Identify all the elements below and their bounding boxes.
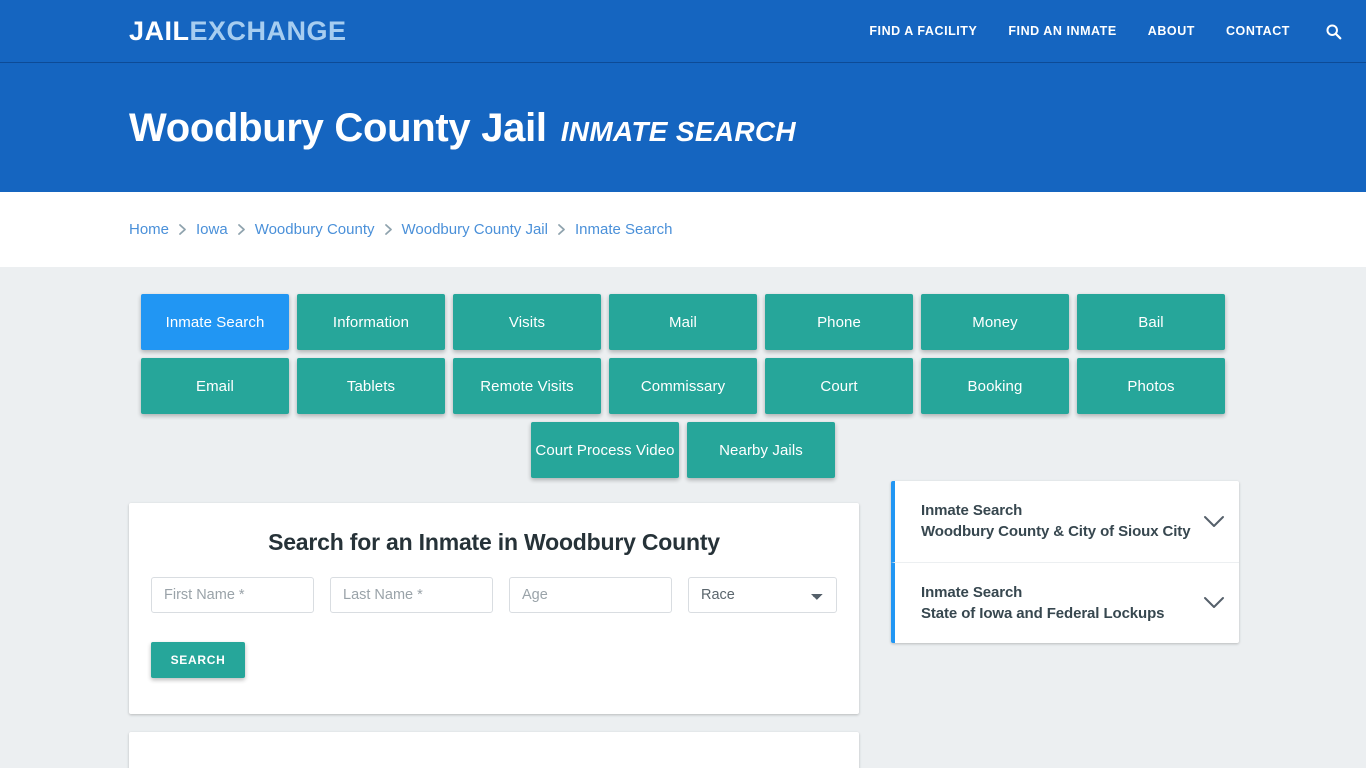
accordion-subtitle: State of Iowa and Federal Lockups	[921, 604, 1165, 622]
page-body: Inmate Search Information Visits Mail Ph…	[0, 267, 1366, 768]
accordion-subtitle: Woodbury County & City of Sioux City	[921, 523, 1191, 541]
breadcrumb-item-home[interactable]: Home	[129, 221, 169, 238]
tab-email[interactable]: Email	[141, 358, 289, 414]
breadcrumb-item-woodbury-county[interactable]: Woodbury County	[255, 221, 375, 238]
tab-booking[interactable]: Booking	[921, 358, 1069, 414]
secondary-content-card	[129, 732, 859, 768]
accordion-title: Inmate Search	[921, 583, 1023, 601]
tab-nearby-jails[interactable]: Nearby Jails	[687, 422, 835, 478]
breadcrumb-separator-icon	[237, 223, 246, 236]
tab-information[interactable]: Information	[297, 294, 445, 350]
logo-text-secondary: EXCHANGE	[189, 15, 347, 46]
logo-text-primary: JAIL	[129, 15, 190, 46]
search-card-heading: Search for an Inmate in Woodbury County	[268, 529, 720, 555]
accordion-item-state-federal-search[interactable]: Inmate Search State of Iowa and Federal …	[891, 562, 1239, 644]
breadcrumb-item-woodbury-county-jail[interactable]: Woodbury County Jail	[402, 221, 548, 238]
breadcrumb-separator-icon	[384, 223, 393, 236]
tab-court-process-video[interactable]: Court Process Video	[531, 422, 679, 478]
breadcrumb-separator-icon	[557, 223, 566, 236]
nav-item-find-a-facility[interactable]: FIND A FACILITY	[869, 24, 977, 38]
tab-remote-visits[interactable]: Remote Visits	[453, 358, 601, 414]
tab-tablets[interactable]: Tablets	[297, 358, 445, 414]
section-tab-grid: Inmate Search Information Visits Mail Ph…	[129, 294, 1237, 478]
breadcrumb-item-inmate-search: Inmate Search	[574, 221, 673, 238]
tab-inmate-search[interactable]: Inmate Search	[141, 294, 289, 350]
page-subtitle: INMATE SEARCH	[560, 115, 796, 147]
race-select[interactable]: Race	[688, 577, 837, 613]
breadcrumb-band: Home Iowa Woodbury County Woodbury Count…	[0, 192, 1366, 267]
chevron-down-icon	[1203, 515, 1225, 528]
primary-nav: FIND A FACILITY FIND AN INMATE ABOUT CON…	[869, 23, 1342, 40]
tab-bail[interactable]: Bail	[1077, 294, 1225, 350]
first-name-input[interactable]	[151, 577, 314, 613]
sidebar-column: Inmate Search Woodbury County & City of …	[891, 481, 1239, 644]
accordion-item-county-search[interactable]: Inmate Search Woodbury County & City of …	[891, 481, 1239, 563]
tab-money[interactable]: Money	[921, 294, 1069, 350]
last-name-input[interactable]	[330, 577, 493, 613]
page-title: Woodbury County Jail	[129, 105, 547, 150]
main-column: Search for an Inmate in Woodbury County …	[129, 503, 859, 768]
tab-court[interactable]: Court	[765, 358, 913, 414]
top-navigation-bar: JAILEXCHANGE FIND A FACILITY FIND AN INM…	[0, 0, 1366, 63]
tab-photos[interactable]: Photos	[1077, 358, 1225, 414]
main-content-columns: Search for an Inmate in Woodbury County …	[129, 481, 1239, 768]
accordion-title: Inmate Search	[921, 502, 1023, 519]
search-form-row: Race	[129, 577, 859, 613]
age-input[interactable]	[509, 577, 672, 613]
tab-phone[interactable]: Phone	[765, 294, 913, 350]
page-hero: Woodbury County Jail INMATE SEARCH	[0, 63, 1366, 192]
nav-item-about[interactable]: ABOUT	[1148, 24, 1195, 38]
inmate-search-accordion: Inmate Search Woodbury County & City of …	[891, 481, 1239, 644]
site-logo[interactable]: JAILEXCHANGE	[129, 15, 347, 46]
breadcrumb-separator-icon	[178, 223, 187, 236]
breadcrumb: Home Iowa Woodbury County Woodbury Count…	[129, 221, 673, 238]
tab-mail[interactable]: Mail	[609, 294, 757, 350]
search-submit-button[interactable]: SEARCH	[151, 642, 245, 678]
nav-item-find-an-inmate[interactable]: FIND AN INMATE	[1008, 24, 1116, 38]
nav-item-contact[interactable]: CONTACT	[1226, 24, 1290, 38]
tab-visits[interactable]: Visits	[453, 294, 601, 350]
breadcrumb-item-iowa[interactable]: Iowa	[196, 221, 228, 238]
inmate-search-card: Search for an Inmate in Woodbury County …	[129, 503, 859, 714]
chevron-down-icon	[1203, 596, 1225, 609]
tab-commissary[interactable]: Commissary	[609, 358, 757, 414]
search-icon[interactable]	[1325, 23, 1342, 40]
